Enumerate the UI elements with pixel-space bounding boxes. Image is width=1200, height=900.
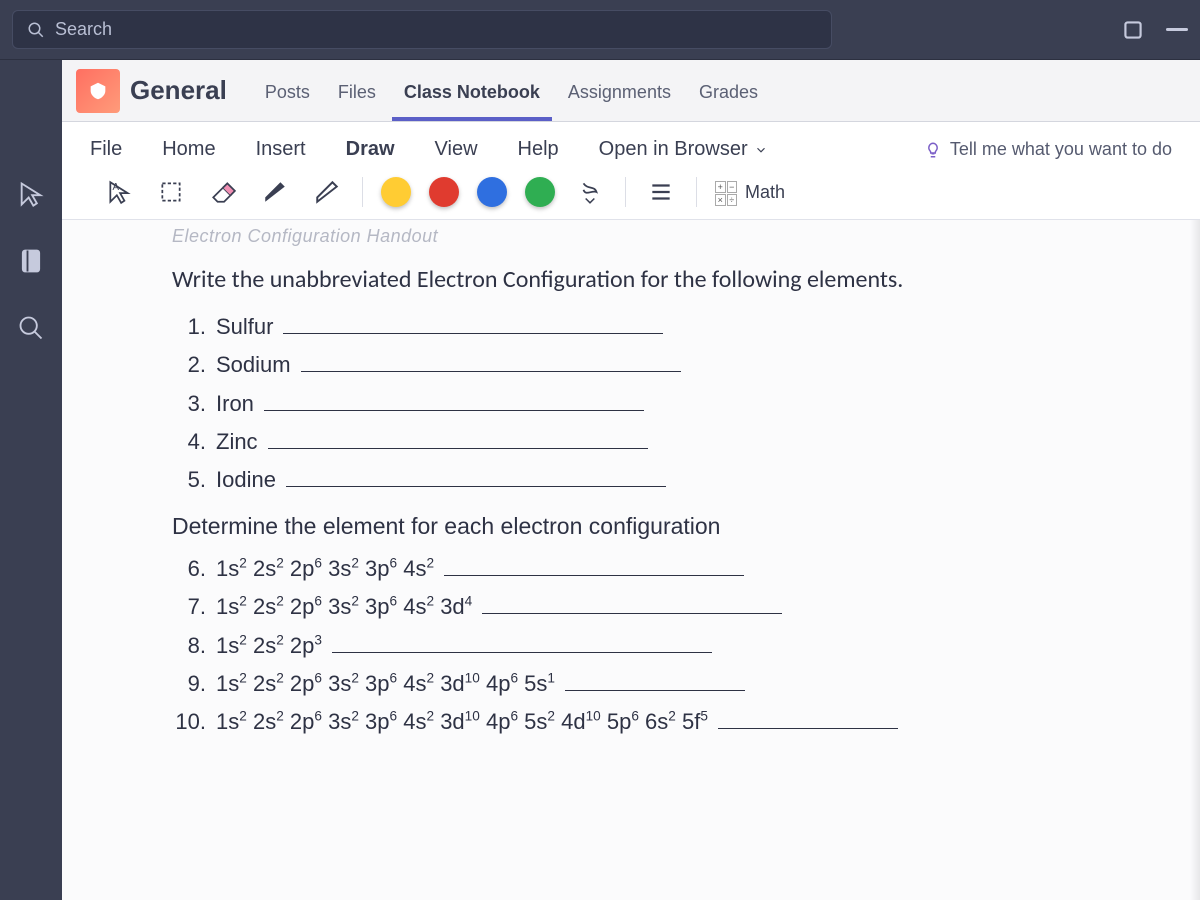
tell-me-search[interactable]: Tell me what you want to do xyxy=(924,139,1172,160)
electron-config: 1s2 2s2 2p6 3s2 3p6 4s2 xyxy=(216,556,434,582)
toolbar-divider xyxy=(696,177,697,207)
answer-blank[interactable] xyxy=(268,425,648,449)
question-text: Sodium xyxy=(216,352,291,378)
menu-file[interactable]: File xyxy=(90,138,122,161)
instruction-heading-2: Determine the element for each electron … xyxy=(172,513,1120,540)
question-text: Iodine xyxy=(216,467,276,493)
question-text: Zinc xyxy=(216,429,258,455)
open-in-browser-label: Open in Browser xyxy=(599,138,748,161)
color-red[interactable] xyxy=(429,177,459,207)
toolbar-divider xyxy=(362,177,363,207)
channel-tab-assignments[interactable]: Assignments xyxy=(556,72,683,121)
cutoff-title: Electron Configuration Handout xyxy=(172,226,1120,247)
question-number: 2. xyxy=(172,352,206,378)
answer-blank[interactable] xyxy=(332,628,712,652)
electron-config: 1s2 2s2 2p6 3s2 3p6 4s2 3d10 4p6 5s2 4d1… xyxy=(216,709,708,735)
ribbon-menu: File Home Insert Draw View Help Open in Brows… xyxy=(62,122,1200,171)
answer-blank[interactable] xyxy=(301,348,681,372)
menu-insert[interactable]: Insert xyxy=(256,138,306,161)
electron-config: 1s2 2s2 2p6 3s2 3p6 4s2 3d10 4p6 5s1 xyxy=(216,671,555,697)
math-label: Math xyxy=(745,182,785,203)
ink-dropdown[interactable] xyxy=(573,175,607,209)
pen-tool-1[interactable] xyxy=(258,175,292,209)
question-number: 10. xyxy=(172,709,206,735)
channel-tab-files[interactable]: Files xyxy=(326,72,388,121)
channel-title: General xyxy=(130,75,227,106)
text-select-tool[interactable]: A xyxy=(102,175,136,209)
question-row: 4. Zinc xyxy=(172,425,1120,455)
answer-blank[interactable] xyxy=(283,310,663,334)
color-blue[interactable] xyxy=(477,177,507,207)
answer-blank[interactable] xyxy=(718,705,898,729)
question-number: 5. xyxy=(172,467,206,493)
question-row: 9. 1s2 2s2 2p6 3s2 3p6 4s2 3d10 4p6 5s1 xyxy=(172,667,1120,697)
shadow-edge xyxy=(1190,220,1200,900)
eraser-tool[interactable] xyxy=(206,175,240,209)
question-number: 8. xyxy=(172,633,206,659)
question-text: Sulfur xyxy=(216,314,273,340)
instruction-heading-1: Write the unabbreviated Electron Configu… xyxy=(172,265,1120,294)
color-yellow[interactable] xyxy=(381,177,411,207)
answer-blank[interactable] xyxy=(482,590,782,614)
question-number: 1. xyxy=(172,314,206,340)
menu-home[interactable]: Home xyxy=(162,138,215,161)
answer-blank[interactable] xyxy=(286,463,666,487)
window-dash-icon[interactable] xyxy=(1166,28,1188,31)
math-icon: +−×÷ xyxy=(715,181,737,203)
answer-blank[interactable] xyxy=(444,552,744,576)
lasso-tool[interactable] xyxy=(154,175,188,209)
question-row: 6. 1s2 2s2 2p6 3s2 3p6 4s2 xyxy=(172,552,1120,582)
channel-avatar xyxy=(76,69,120,113)
question-row: 10. 1s2 2s2 2p6 3s2 3p6 4s2 3d10 4p6 5s2 … xyxy=(172,705,1120,735)
channel-tab-posts[interactable]: Posts xyxy=(253,72,322,121)
math-button[interactable]: +−×÷ Math xyxy=(715,181,785,203)
question-text: Iron xyxy=(216,391,254,417)
menu-view[interactable]: View xyxy=(435,138,478,161)
question-row: 1. Sulfur xyxy=(172,310,1120,340)
answer-blank[interactable] xyxy=(264,386,644,410)
svg-text:A: A xyxy=(113,182,120,193)
tell-me-label: Tell me what you want to do xyxy=(950,139,1172,160)
rail-search-icon[interactable] xyxy=(17,314,45,347)
lightbulb-icon xyxy=(924,141,942,159)
chevron-down-icon xyxy=(754,143,768,157)
electron-config: 1s2 2s2 2p6 3s2 3p6 4s2 3d4 xyxy=(216,594,472,620)
rail-cursor-icon[interactable] xyxy=(17,180,45,213)
question-list-2: 6. 1s2 2s2 2p6 3s2 3p6 4s2 7. 1s2 2s2 2p6 3… xyxy=(172,552,1120,735)
question-number: 7. xyxy=(172,594,206,620)
menu-draw[interactable]: Draw xyxy=(346,138,395,161)
question-row: 3. Iron xyxy=(172,386,1120,416)
search-placeholder: Search xyxy=(55,19,112,40)
question-number: 4. xyxy=(172,429,206,455)
question-row: 8. 1s2 2s2 2p3 xyxy=(172,628,1120,658)
toolbar-divider xyxy=(625,177,626,207)
color-green[interactable] xyxy=(525,177,555,207)
pen-tool-2[interactable] xyxy=(310,175,344,209)
question-number: 9. xyxy=(172,671,206,697)
menu-help[interactable]: Help xyxy=(518,138,559,161)
question-number: 3. xyxy=(172,391,206,417)
rail-notebook-icon[interactable] xyxy=(17,247,45,280)
channel-tab-grades[interactable]: Grades xyxy=(687,72,770,121)
question-row: 2. Sodium xyxy=(172,348,1120,378)
search-icon xyxy=(27,21,45,39)
question-row: 5. Iodine xyxy=(172,463,1120,493)
question-number: 6. xyxy=(172,556,206,582)
question-row: 7. 1s2 2s2 2p6 3s2 3p6 4s2 3d4 xyxy=(172,590,1120,620)
electron-config: 1s2 2s2 2p3 xyxy=(216,633,322,659)
channel-tabs: PostsFilesClass NotebookAssignmentsGrade… xyxy=(253,60,770,121)
paragraph-dropdown[interactable] xyxy=(644,175,678,209)
open-in-browser-button[interactable]: Open in Browser xyxy=(599,138,768,161)
global-search[interactable]: Search xyxy=(12,10,832,49)
channel-tab-class-notebook[interactable]: Class Notebook xyxy=(392,72,552,121)
window-control-icon[interactable] xyxy=(1116,13,1150,47)
question-list-1: 1. Sulfur 2. Sodium 3. Iron 4. Zinc 5. Iodine xyxy=(172,310,1120,493)
answer-blank[interactable] xyxy=(565,667,745,691)
